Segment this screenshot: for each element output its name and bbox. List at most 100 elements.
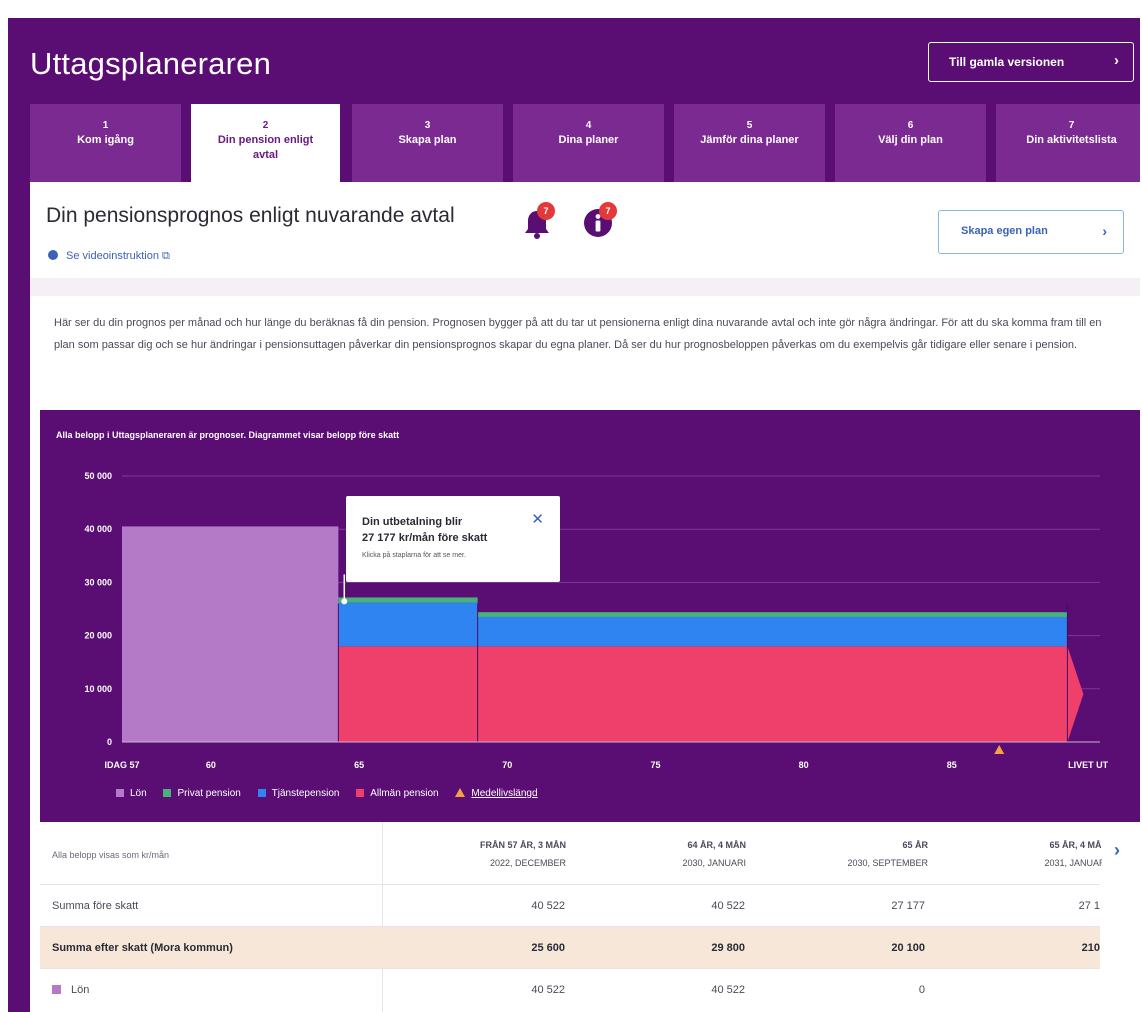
payout-tooltip: Din utbetalning blir 27 177 kr/mån före …: [346, 496, 560, 582]
x-tick-label: 65: [354, 760, 364, 770]
tab-number: 5: [746, 120, 753, 131]
tooltip-dot: [341, 598, 348, 605]
x-tick-label: 85: [947, 760, 957, 770]
cell-value: 40 522: [531, 900, 565, 912]
cell-value: 25 600: [531, 942, 565, 954]
description-text: Här ser du din prognos per månad och hur…: [54, 317, 1102, 351]
old-version-label: Till gamla versionen: [949, 55, 1065, 69]
tab-number: 1: [102, 120, 109, 131]
legend-item-privat: Privat pension: [163, 788, 241, 799]
section-divider: [30, 278, 1140, 296]
cell-value: 40 522: [711, 984, 745, 996]
tab-number: 4: [585, 120, 592, 131]
column-date: 2030, SEPTEMBER: [847, 858, 928, 868]
create-plan-label: Skapa egen plan: [961, 225, 1048, 237]
close-icon[interactable]: ✕: [531, 510, 544, 528]
tooltip-hint: Klicka på staplarna för att se mer.: [362, 552, 466, 559]
column-age: 65 ÅR: [902, 840, 928, 850]
legend-label: Lön: [130, 788, 147, 799]
column-date: 2030, JANUARI: [682, 858, 746, 868]
column-age: 65 ÅR, 4 MÅN: [1049, 840, 1102, 850]
row-label-text: Lön: [71, 984, 90, 996]
app-title: Uttagsplaneraren: [30, 46, 272, 81]
tab-skapa-plan[interactable]: 3 Skapa plan: [352, 104, 503, 182]
legend-label: Medellivslängd: [471, 788, 538, 799]
tab-din-aktivitetslista[interactable]: 7 Din aktivitetslista: [996, 104, 1140, 182]
tab-label: Skapa plan: [398, 134, 457, 146]
tab-label: Din pension enligt avtal: [217, 134, 314, 161]
cell-value: 27 1: [1078, 900, 1100, 912]
notifications-button[interactable]: 7: [523, 202, 555, 245]
row-label: Lön: [52, 984, 89, 996]
tab-jamfor-dina-planer[interactable]: 5 Jämför dina planer: [674, 104, 825, 182]
app-frame: Uttagsplaneraren Till gamla versionen › …: [8, 18, 1140, 1012]
info-badge: 7: [599, 202, 617, 220]
step-tabs: 1 Kom igång 2 Din pension enligt avtal 3…: [30, 104, 1140, 184]
tab-label: Din aktivitetslista: [1026, 134, 1117, 146]
bar-privat-pension: [477, 612, 1068, 617]
x-tick-label: IDAG 57: [104, 760, 139, 770]
tab-number: 2: [262, 120, 269, 131]
table-note: Alla belopp visas som kr/mån: [52, 850, 170, 860]
tab-dina-planer[interactable]: 4 Dina planer: [513, 104, 664, 182]
column-age: 64 ÅR, 4 MÅN: [687, 840, 746, 850]
video-instruction-link[interactable]: Se videoinstruktion ⧉: [48, 250, 170, 263]
cell-value: 27 177: [891, 900, 925, 912]
tab-number: 3: [424, 120, 431, 131]
info-button[interactable]: 7: [583, 202, 617, 243]
page-title: Din pensionsprognos enligt nuvarande avt…: [46, 204, 455, 227]
table-row: Summa före skatt 40 522 40 522 27 177 27…: [40, 884, 1100, 927]
create-plan-button[interactable]: Skapa egen plan ›: [938, 210, 1124, 254]
y-tick-label: 10 000: [84, 684, 112, 694]
lifetime-arrow: [1067, 646, 1084, 742]
chart-canvas[interactable]: 0 10 000 20 000 30 000 40 000 50 000 IDAG 57 60…: [40, 410, 1140, 822]
column-header: 65 ÅR, 4 MÅN 2031, JANUARI: [940, 822, 1102, 884]
bar-privat-pension: [338, 597, 478, 603]
tab-din-pension-enligt-avtal[interactable]: 2 Din pension enligt avtal: [191, 104, 340, 184]
legend-label: Privat pension: [177, 788, 241, 799]
chevron-right-icon[interactable]: ›: [1114, 840, 1120, 861]
tab-label: Dina planer: [558, 134, 619, 146]
table-row: Lön 40 522 40 522 0: [40, 968, 1100, 1011]
legend-label: Tjänstepension: [271, 788, 340, 799]
old-version-button[interactable]: Till gamla versionen ›: [928, 42, 1134, 82]
main-content: Din pensionsprognos enligt nuvarande avt…: [30, 182, 1140, 1012]
y-tick-label: 30 000: [84, 577, 112, 587]
chevron-right-icon: ›: [1102, 223, 1107, 239]
x-tick-label: 80: [799, 760, 809, 770]
bar-allman-pension: [477, 646, 1068, 742]
x-tick-label: LIVET UT: [1068, 760, 1109, 770]
tab-kom-igang[interactable]: 1 Kom igång: [30, 104, 181, 182]
column-age: FRÅN 57 ÅR, 3 MÅN: [479, 840, 566, 850]
chart-legend: Lön Privat pension Tjänstepension Allmän…: [116, 788, 552, 799]
x-tick-label: 70: [502, 760, 512, 770]
tab-label: Jämför dina planer: [700, 134, 799, 146]
legend-item-allman: Allmän pension: [356, 788, 439, 799]
tab-label: Välj din plan: [878, 134, 943, 146]
tooltip-line-2: 27 177 kr/mån före skatt: [362, 532, 488, 544]
notification-badge: 7: [537, 202, 555, 220]
cell-value: 40 522: [531, 984, 565, 996]
column-header: 64 ÅR, 4 MÅN 2030, JANUARI: [580, 822, 746, 884]
chevron-right-icon: ›: [1114, 52, 1119, 69]
x-tick-label: 60: [206, 760, 216, 770]
tab-valj-din-plan[interactable]: 6 Välj din plan: [835, 104, 986, 182]
cell-value: 0: [918, 984, 925, 996]
y-tick-label: 0: [107, 737, 112, 747]
row-label: Summa före skatt: [52, 900, 139, 912]
legend-item-tjanste: Tjänstepension: [257, 788, 340, 799]
table-row: Summa efter skatt (Mora kommun) 25 600 2…: [40, 926, 1100, 969]
cell-value: 29 800: [711, 942, 745, 954]
bar-allman-pension: [338, 646, 478, 742]
column-header: 65 ÅR 2030, SEPTEMBER: [760, 822, 928, 884]
bar-tjanstepension: [338, 602, 478, 647]
life-expectancy-marker: [994, 745, 1005, 754]
bar-tjanstepension: [477, 616, 1068, 647]
y-tick-label: 20 000: [84, 631, 112, 641]
cell-value: 40 522: [711, 900, 745, 912]
video-link-label: Se videoinstruktion ⧉: [66, 250, 170, 262]
legend-item-medellivslangd[interactable]: Medellivslängd: [455, 788, 538, 799]
row-label: Summa efter skatt (Mora kommun): [52, 942, 233, 954]
forecast-table: Alla belopp visas som kr/mån FRÅN 57 ÅR,…: [40, 822, 1140, 1012]
column-header: FRÅN 57 ÅR, 3 MÅN 2022, DECEMBER: [386, 822, 566, 884]
